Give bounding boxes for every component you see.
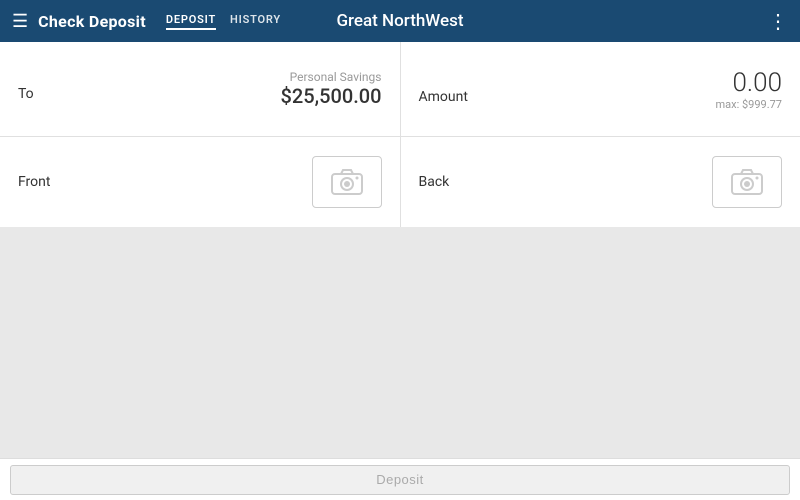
to-cell[interactable]: To Personal Savings $25,500.00 (0, 42, 401, 136)
app-title: Check Deposit (38, 12, 146, 31)
nav-history[interactable]: HISTORY (230, 13, 281, 30)
to-inner: To Personal Savings $25,500.00 (18, 70, 382, 108)
camera-icon-back (731, 169, 763, 195)
amount-right: 0.00 max: $999.77 (716, 68, 782, 111)
deposit-bar: Deposit (0, 458, 800, 500)
back-camera-button[interactable] (712, 156, 782, 208)
camera-icon (331, 169, 363, 195)
amount-max: max: $999.77 (716, 98, 782, 111)
front-label: Front (18, 174, 312, 190)
to-right: Personal Savings $25,500.00 (281, 70, 382, 108)
deposit-button[interactable]: Deposit (10, 465, 790, 495)
main-content: To Personal Savings $25,500.00 Amount 0.… (0, 42, 800, 500)
amount-label: Amount (419, 89, 468, 105)
front-cell[interactable]: Front (0, 137, 401, 227)
to-label: To (18, 86, 34, 102)
form-section: To Personal Savings $25,500.00 Amount 0.… (0, 42, 800, 227)
grey-area (0, 227, 800, 458)
nav-deposit[interactable]: DEPOSIT (166, 13, 216, 30)
to-account-name: Personal Savings (281, 70, 382, 84)
amount-cell[interactable]: Amount 0.00 max: $999.77 (401, 42, 800, 136)
more-menu-icon[interactable]: ⋮ (768, 9, 788, 33)
amount-inner: Amount 0.00 max: $999.77 (419, 68, 783, 111)
back-cell[interactable]: Back (401, 137, 800, 227)
header-nav: DEPOSIT HISTORY (166, 13, 281, 30)
amount-value: 0.00 (716, 68, 782, 98)
header-left: ☰ Check Deposit DEPOSIT HISTORY (12, 11, 281, 32)
menu-icon[interactable]: ☰ (12, 11, 28, 32)
front-camera-button[interactable] (312, 156, 382, 208)
to-account-value: $25,500.00 (281, 84, 382, 108)
photo-row: Front Back (0, 137, 800, 227)
header: ☰ Check Deposit DEPOSIT HISTORY Great No… (0, 0, 800, 42)
header-center-title: Great NorthWest (336, 11, 463, 31)
back-label: Back (419, 174, 713, 190)
top-row: To Personal Savings $25,500.00 Amount 0.… (0, 42, 800, 137)
